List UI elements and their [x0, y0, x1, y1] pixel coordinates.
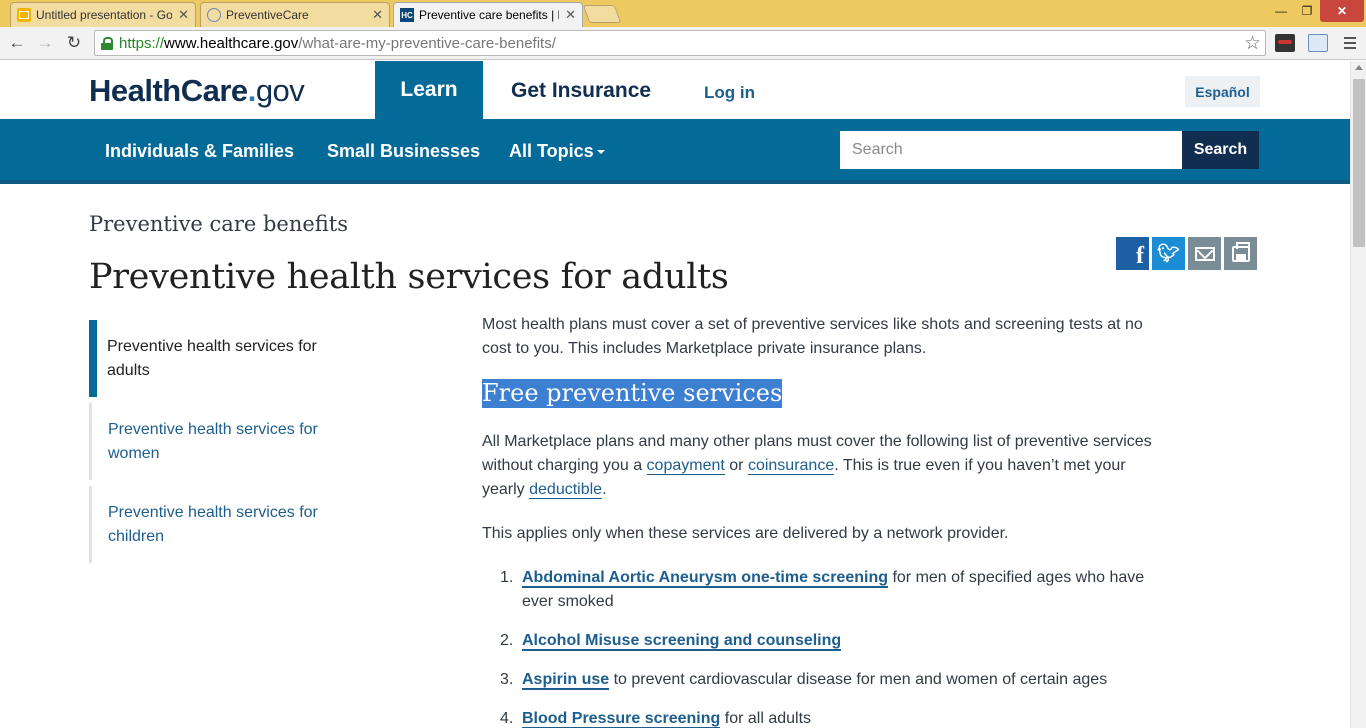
browser-tab-presentation[interactable]: Untitled presentation - Go ✕ [10, 2, 196, 27]
list-item: 2. Alcohol Misuse screening and counselin… [500, 632, 842, 651]
facebook-share-icon[interactable]: f [1116, 237, 1149, 270]
espanol-button[interactable]: Español [1185, 76, 1260, 107]
close-icon[interactable]: ✕ [178, 7, 189, 23]
page-title: Preventive health services for adults [89, 257, 729, 297]
print-icon[interactable] [1224, 237, 1257, 270]
services-list: 1. Abdominal Aortic Aneurysm one-time scr… [500, 566, 1162, 728]
main-content: Most health plans must cover a set of pr… [482, 313, 1162, 728]
restore-button[interactable]: ❐ [1294, 0, 1320, 22]
scroll-up-arrow-icon[interactable] [1355, 65, 1363, 70]
subnav-bar: Individuals & Families Small Businesses … [0, 119, 1350, 184]
site-search-button[interactable]: Search [1182, 131, 1259, 169]
subnav-all-topics[interactable]: All Topics [509, 141, 605, 162]
logo-dot: . [247, 73, 257, 108]
browser-menu-icon[interactable] [1340, 31, 1360, 55]
sidebar-nav: Preventive health services for adults Pr… [89, 320, 359, 569]
list-item: 3. Aspirin use to prevent cardiovascular … [500, 671, 1108, 690]
close-icon[interactable]: ✕ [372, 7, 383, 23]
page-scrollbar[interactable] [1350, 61, 1366, 728]
email-share-icon[interactable] [1188, 237, 1221, 270]
close-icon[interactable]: ✕ [565, 7, 576, 23]
page-viewport: HealthCare.gov Learn Get Insurance Log i… [0, 61, 1350, 728]
lock-icon [101, 36, 113, 50]
scrollbar-thumb[interactable] [1353, 79, 1365, 247]
nav-learn-tab[interactable]: Learn [375, 61, 483, 119]
coverage-text-or: or [724, 457, 748, 474]
coinsurance-link[interactable]: coinsurance [747, 457, 835, 475]
sidebar-item-adults[interactable]: Preventive health services for adults [89, 320, 359, 397]
copayment-link[interactable]: copayment [646, 457, 725, 475]
deductible-link[interactable]: deductible [529, 481, 603, 499]
logo-tld: gov [255, 73, 305, 108]
reload-button[interactable]: ↻ [62, 31, 86, 55]
all-topics-label: All Topics [509, 141, 594, 161]
login-link[interactable]: Log in [704, 83, 755, 103]
caret-down-icon [596, 150, 605, 155]
url-host: www.healthcare.gov [164, 34, 299, 52]
coverage-paragraph: All Marketplace plans and many other pla… [482, 430, 1162, 502]
service-description: for all adults [720, 710, 812, 727]
forward-button[interactable]: → [33, 31, 57, 55]
logo-main: HealthCare [89, 73, 248, 108]
minimize-button[interactable]: — [1268, 0, 1294, 22]
address-bar[interactable]: https://www.healthcare.gov/what-are-my-p… [94, 30, 1266, 56]
sidebar-item-children[interactable]: Preventive health services for children [89, 486, 359, 563]
url-scheme: https:// [119, 34, 165, 52]
list-item: 1. Abdominal Aortic Aneurysm one-time scr… [500, 569, 1145, 610]
healthcare-logo[interactable]: HealthCare.gov [89, 73, 305, 109]
section-heading-selected: Free preventive services [482, 379, 783, 408]
tab-title: Preventive care benefits | H [419, 8, 560, 22]
printer-icon [1231, 241, 1250, 262]
bookmark-star-icon[interactable]: ☆ [1244, 32, 1261, 55]
subnav-individuals[interactable]: Individuals & Families [105, 141, 294, 162]
service-link[interactable]: Aspirin use [522, 671, 610, 690]
list-item: 4. Blood Pressure screening for all adult… [500, 710, 812, 728]
globe-icon [207, 8, 221, 22]
service-link[interactable]: Alcohol Misuse screening and counseling [522, 632, 842, 651]
twitter-share-icon[interactable]: 🐦︎ [1152, 237, 1185, 270]
window-close-button[interactable]: ✕ [1320, 0, 1364, 22]
service-link[interactable]: Abdominal Aortic Aneurysm one-time scree… [522, 569, 888, 588]
subnav-small-businesses[interactable]: Small Businesses [327, 141, 480, 162]
new-tab-button[interactable] [582, 5, 622, 23]
browser-tab-preventivecare[interactable]: PreventiveCare ✕ [200, 2, 390, 27]
site-search-input[interactable] [840, 131, 1182, 169]
tab-title: Untitled presentation - Go [36, 8, 173, 22]
page-eyebrow: Preventive care benefits [89, 212, 349, 236]
network-paragraph: This applies only when these services ar… [482, 525, 1009, 542]
back-button[interactable]: ← [5, 31, 29, 55]
mask-extension-icon[interactable] [1275, 34, 1295, 52]
coverage-text-end: . [602, 481, 607, 498]
slides-icon [17, 8, 31, 22]
site-header: HealthCare.gov Learn Get Insurance Log i… [0, 61, 1350, 119]
service-link[interactable]: Blood Pressure screening [522, 710, 721, 728]
tab-title: PreventiveCare [226, 8, 309, 22]
nav-get-insurance[interactable]: Get Insurance [511, 79, 651, 103]
intro-paragraph: Most health plans must cover a set of pr… [482, 316, 1143, 357]
browser-tabstrip: Untitled presentation - Go ✕ PreventiveC… [0, 0, 1366, 27]
envelope-icon [1194, 246, 1215, 261]
url-path: /what-are-my-preventive-care-benefits/ [298, 34, 556, 52]
healthcare-favicon: HC [400, 8, 414, 22]
browser-toolbar: ← → ↻ https://www.healthcare.gov/what-ar… [0, 27, 1366, 60]
service-description: to prevent cardiovascular disease for me… [609, 671, 1108, 688]
sidebar-item-women[interactable]: Preventive health services for women [89, 403, 359, 480]
screen-extension-icon[interactable] [1308, 34, 1328, 52]
browser-tab-active[interactable]: HC Preventive care benefits | H ✕ [393, 2, 583, 27]
